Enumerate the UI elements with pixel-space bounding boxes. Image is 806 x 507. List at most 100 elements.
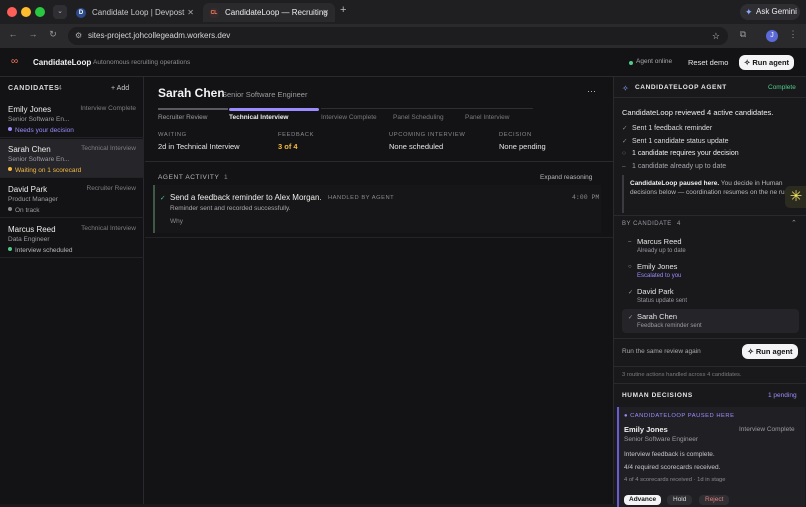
activity-heading: AGENT ACTIVITY [158,174,220,181]
by-candidate-emily-jones[interactable]: ○ Emily Jones Escalated to you [622,259,799,283]
candidate-status-text: Interview scheduled [15,247,73,254]
agent-panel-title: CANDIDATELOOP AGENT [635,84,727,91]
candidate-status: Waiting on 1 scorecard [8,167,81,174]
by-candidate-marcus-reed[interactable]: – Marcus Reed Already up to date [622,234,799,258]
by-candidate-heading: BY CANDIDATE [622,221,672,227]
check-icon: ✓ [628,315,634,321]
assistant-widget-icon[interactable]: ✳ [785,186,806,208]
candidate-stage: Interview Complete [80,105,136,112]
by-candidate-name: Marcus Reed [637,237,682,246]
candidate-item-marcus-reed[interactable]: Marcus Reed Technical Interview Data Eng… [0,219,144,258]
pipeline-step-interview-complete[interactable]: Interview Complete [321,114,377,121]
candidate-name: Emily Jones [8,105,52,114]
forward-arrow-icon[interactable]: → [26,29,40,39]
meta-decision: DECISION None pending [499,132,546,151]
meta-value: None pending [499,142,546,151]
bookmark-star-icon[interactable]: ☆ [712,27,720,45]
minimize-window-icon[interactable] [21,7,31,17]
candidate-name: David Park [8,185,48,194]
ask-gemini-button[interactable]: ✦ Ask Gemini [740,4,800,20]
status-dot-icon [8,167,12,171]
candidates-heading: CANDIDATES [8,85,60,92]
agent-result-line: ✓ Sent 1 feedback reminder [622,124,712,132]
maximize-window-icon[interactable] [35,7,45,17]
activity-title: Send a feedback reminder to Alex Morgan. [170,193,322,202]
candidate-status: On track [8,207,40,214]
url-text: sites-project.johcollegeadm.workers.dev [88,31,231,40]
agent-panel: ✧ CANDIDATELOOP AGENT Complete Candidate… [613,77,806,507]
meta-value: 2d in Technical Interview [158,142,240,151]
candidate-status: Interview scheduled [8,247,72,254]
candidate-item-emily-jones[interactable]: Emily Jones Interview Complete Senior So… [0,99,144,138]
meta-label: DECISION [499,132,532,138]
close-tab-icon[interactable]: ✕ [187,3,194,22]
candidate-status: Needs your decision [8,127,74,134]
decision-card: ● CANDIDATELOOP PAUSED HERE Emily Jones … [617,407,805,507]
pipeline-step-technical-interview[interactable]: Technical Interview [229,114,288,121]
rerun-text: Run the same review again [622,348,701,355]
candidate-status-text: On track [15,207,40,214]
activity-count: 1 [224,174,228,181]
dash-icon: – [622,163,626,170]
url-bar[interactable]: ⚙ sites-project.johcollegeadm.workers.de… [68,27,728,45]
browser-tab-candidateloop[interactable]: CL CandidateLoop — Recruiting ✕ [203,3,335,22]
gemini-spark-icon: ✦ [745,7,753,17]
status-dot-icon [8,127,12,131]
candidate-role: Senior Software En... [8,116,70,123]
candidate-item-david-park[interactable]: David Park Recruiter Review Product Mana… [0,179,144,218]
by-candidate-sub: Feedback reminder sent [637,323,702,329]
by-candidate-sub: Status update sent [637,298,688,304]
browser-tab-bar: ⌄ D Candidate Loop | Devpost ✕ CL Candid… [0,0,806,24]
candidate-role: Data Engineer [8,236,50,243]
agent-status: Agent online [636,58,673,65]
pipeline-bar-future [321,108,533,109]
by-candidate-david-park[interactable]: ✓ David Park Status update sent [622,284,799,308]
circle-icon: ○ [622,150,626,157]
agent-run-status: Complete [768,84,796,91]
run-agent-button[interactable]: ✧ Run agent [739,55,794,70]
profile-avatar[interactable]: J [766,30,778,42]
brand-logo-icon: ∞ [11,56,18,67]
close-window-icon[interactable] [7,7,17,17]
detail-candidate-name: Sarah Chen [158,86,225,100]
divider [614,215,806,216]
by-candidate-sub: Already up to date [637,248,686,254]
candidate-role: Product Manager [8,196,58,203]
new-tab-icon[interactable]: + [340,4,346,16]
reset-demo-button[interactable]: Reset demo [688,58,728,67]
human-decisions-heading: HUMAN DECISIONS [622,392,693,399]
pipeline-step-panel-scheduling[interactable]: Panel Scheduling [393,114,444,121]
more-options-icon[interactable]: ··· [587,86,596,96]
candidates-count: 4 [58,85,62,92]
by-candidate-sarah-chen[interactable]: ✓ Sarah Chen Feedback reminder sent [622,309,799,333]
pipeline-step-recruiter-review[interactable]: Recruiter Review [158,114,208,121]
browser-menu-icon[interactable]: ⋮ [786,29,800,40]
back-arrow-icon[interactable]: ← [6,29,20,39]
brand-name: CandidateLoop [33,58,92,67]
tab-title: Candidate Loop | Devpost [92,8,185,17]
divider [614,97,806,98]
reload-icon[interactable]: ↻ [46,29,60,40]
agent-result-text: Sent 1 feedback reminder [632,125,713,132]
candidate-item-sarah-chen[interactable]: Sarah Chen Technical Interview Senior So… [0,139,144,178]
add-candidate-button[interactable]: + Add [111,85,129,92]
meta-label: UPCOMING INTERVIEW [389,132,466,138]
candidate-detail-panel: Sarah Chen Senior Software Engineer ··· … [145,77,613,504]
why-link[interactable]: Why [170,218,183,225]
candidate-role: Senior Software En... [8,156,70,163]
browser-tab-devpost[interactable]: D Candidate Loop | Devpost ✕ [70,3,200,22]
rerun-agent-button[interactable]: ✧ Run agent [742,344,798,359]
divider [614,338,806,339]
candidate-stage: Recruiter Review [86,185,137,192]
decision-candidate-name: Emily Jones [624,425,668,434]
expand-reasoning-button[interactable]: Expand reasoning [540,174,592,181]
close-tab-icon[interactable]: ✕ [322,3,329,22]
pipeline-step-panel-interview[interactable]: Panel Interview [465,114,509,121]
sparkle-icon: ✧ [743,58,751,67]
tab-search-icon[interactable]: ⌄ [53,5,67,19]
extensions-icon[interactable]: ⧉ [736,29,750,40]
site-info-icon[interactable]: ⚙ [75,27,82,45]
handled-by-agent-badge: HANDLED BY AGENT [328,195,395,201]
chevron-up-icon[interactable]: ⌃ [791,219,797,227]
dash-icon: – [628,239,632,245]
